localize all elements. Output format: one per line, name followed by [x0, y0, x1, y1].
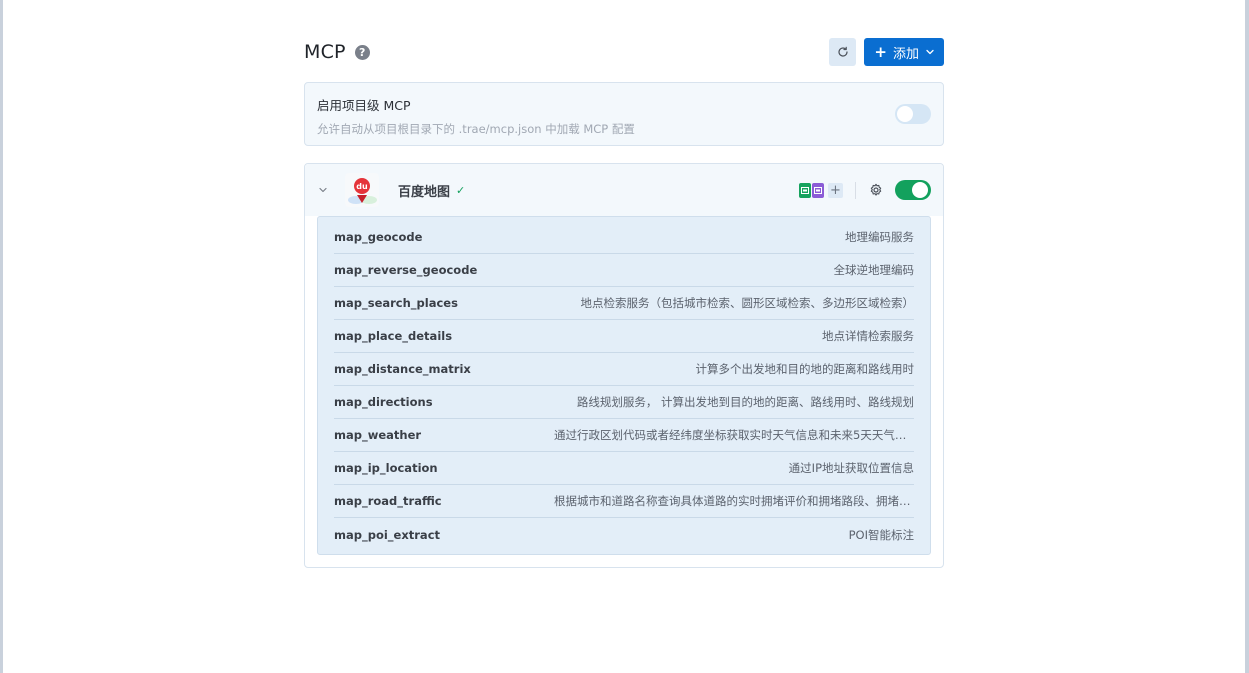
add-tool-badge-icon[interactable]: +: [828, 182, 843, 198]
collapse-chevron[interactable]: [317, 185, 329, 195]
tool-description: 根据城市和道路名称查询具体道路的实时拥堵评价和拥堵路段、拥堵距离、拥堵趋势等信息: [554, 494, 914, 508]
tool-row: map_poi_extract POI智能标注: [334, 518, 914, 551]
baidu-map-logo-icon: du: [345, 173, 379, 207]
tool-row: map_road_traffic 根据城市和道路名称查询具体道路的实时拥堵评价和拥…: [334, 485, 914, 518]
refresh-button[interactable]: [829, 38, 857, 66]
tool-name: map_weather: [334, 428, 422, 442]
tool-row: map_distance_matrix 计算多个出发地和目的地的距离和路线用时: [334, 353, 914, 386]
tool-name: map_geocode: [334, 230, 423, 244]
tool-name: map_ip_location: [334, 461, 438, 475]
server-header[interactable]: du 百度地图 ✓ +: [305, 164, 943, 216]
tool-row: map_reverse_geocode 全球逆地理编码: [334, 254, 914, 287]
page-title: MCP: [304, 41, 346, 63]
tool-row: map_weather 通过行政区划代码或者经纬度坐标获取实时天气信息和未来5天天…: [334, 419, 914, 452]
tool-name: map_place_details: [334, 329, 453, 343]
tool-row: map_ip_location 通过IP地址获取位置信息: [334, 452, 914, 485]
project-mcp-title: 启用项目级 MCP: [317, 98, 411, 113]
tool-description: 地点详情检索服务: [822, 329, 914, 343]
tool-badge-green-icon[interactable]: [799, 182, 811, 198]
tool-badge-purple-icon[interactable]: [812, 182, 824, 198]
tool-description: 路线规划服务， 计算出发地到目的地的距离、路线用时、路线规划: [576, 395, 914, 409]
project-mcp-toggle[interactable]: [895, 104, 931, 124]
server-enable-toggle[interactable]: [895, 180, 931, 200]
tool-description: 地点检索服务（包括城市检索、圆形区域检索、多边形区域检索）: [580, 296, 915, 310]
verified-check-icon: ✓: [456, 183, 466, 197]
server-card-baidu-map: du 百度地图 ✓ + map_geocode 地理编码服务 map_rever…: [304, 163, 944, 568]
plus-icon: +: [874, 42, 887, 61]
tool-icon: [801, 186, 809, 194]
tool-row: map_geocode 地理编码服务: [334, 221, 914, 254]
page-header: MCP ? + 添加: [304, 36, 944, 68]
svg-text:du: du: [356, 182, 368, 191]
server-name: 百度地图: [398, 184, 451, 200]
server-actions: +: [798, 164, 931, 216]
header-actions: + 添加: [829, 38, 944, 66]
window-right-border: [1245, 0, 1249, 673]
project-mcp-description: 允许自动从项目根目录下的 .trae/mcp.json 中加载 MCP 配置: [317, 122, 635, 136]
toggle-knob: [912, 182, 928, 198]
refresh-icon: [838, 46, 848, 57]
mcp-settings-panel: MCP ? + 添加 启用项目级 MCP 允许自动从项目根目录下的 .trae/…: [304, 36, 944, 568]
chevron-down-icon: [926, 49, 934, 55]
tool-name: map_search_places: [334, 296, 458, 310]
tool-row: map_place_details 地点详情检索服务: [334, 320, 914, 353]
tool-row: map_search_places 地点检索服务（包括城市检索、圆形区域检索、多边…: [334, 287, 914, 320]
tool-description: 通过IP地址获取位置信息: [788, 461, 914, 475]
tool-name: map_reverse_geocode: [334, 263, 478, 277]
tool-row: map_directions 路线规划服务， 计算出发地到目的地的距离、路线用时、…: [334, 386, 914, 419]
tool-name: map_poi_extract: [334, 527, 441, 542]
tool-name: map_road_traffic: [334, 494, 442, 508]
tool-description: 通过行政区划代码或者经纬度坐标获取实时天气信息和未来5天天气预报: [554, 428, 914, 442]
help-icon[interactable]: ?: [354, 44, 370, 60]
tool-description: 全球逆地理编码: [833, 263, 915, 277]
gear-icon[interactable]: [869, 183, 883, 197]
tool-description: 地理编码服务: [845, 230, 914, 244]
add-button[interactable]: + 添加: [864, 38, 944, 66]
add-button-label: 添加: [892, 46, 919, 62]
tool-name: map_distance_matrix: [334, 362, 471, 376]
toggle-knob: [897, 106, 913, 122]
divider: [855, 181, 856, 199]
project-mcp-card: 启用项目级 MCP 允许自动从项目根目录下的 .trae/mcp.json 中加…: [304, 82, 944, 146]
tools-list: map_geocode 地理编码服务 map_reverse_geocode 全球逆…: [317, 216, 931, 555]
window-left-border: [0, 0, 3, 673]
tool-icon: [814, 186, 822, 194]
tool-name: map_directions: [334, 395, 433, 409]
title-group: MCP ?: [304, 41, 370, 63]
chevron-down-icon: [319, 187, 327, 193]
tool-description: 计算多个出发地和目的地的距离和路线用时: [695, 362, 915, 376]
tool-description: POI智能标注: [848, 527, 914, 542]
